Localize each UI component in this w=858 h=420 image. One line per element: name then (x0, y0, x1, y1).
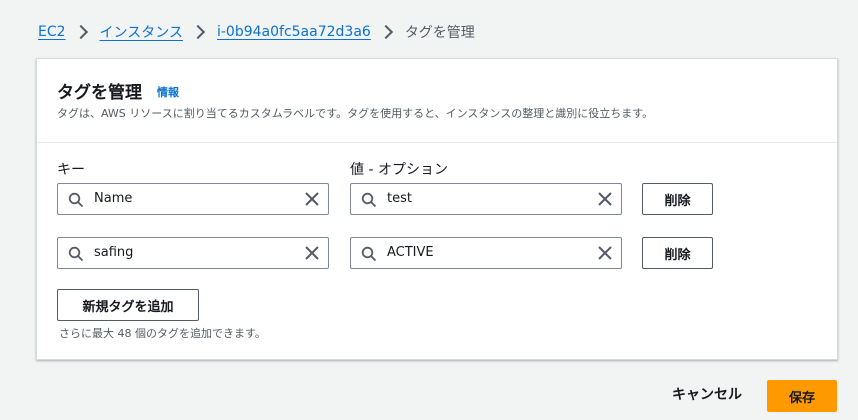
tag-key-value: Name (94, 191, 133, 206)
key-column-label: キー (57, 162, 85, 178)
panel-header: タグを管理 情報 タグは、AWS リソースに割り当てるカスタムラベルです。タグを… (37, 59, 837, 143)
search-icon (361, 246, 377, 262)
breadcrumb-current: タグを管理 (404, 25, 475, 41)
panel-description: タグは、AWS リソースに割り当てるカスタムラベルです。タグを使用すると、インス… (57, 107, 654, 120)
save-button[interactable]: 保存 (767, 380, 837, 412)
tag-key-input-1[interactable]: Name (57, 183, 329, 215)
close-icon[interactable] (304, 245, 320, 261)
close-icon[interactable] (304, 191, 320, 207)
info-link[interactable]: 情報 (157, 84, 179, 100)
value-column-label: 値 - オプション (350, 162, 448, 178)
breadcrumb-instance-id[interactable]: i-0b94a0fc5aa72d3a6 (217, 24, 371, 40)
remove-tag-button-1[interactable]: 削除 (642, 183, 713, 215)
search-icon (68, 246, 84, 262)
manage-tags-panel: タグを管理 情報 タグは、AWS リソースに割り当てるカスタムラベルです。タグを… (36, 58, 838, 360)
chevron-right-icon (73, 24, 88, 40)
search-icon (68, 192, 84, 208)
tag-limit-hint: さらに最大 48 個のタグを追加できます。 (59, 327, 266, 340)
add-tag-button[interactable]: 新規タグを追加 (57, 289, 199, 321)
breadcrumb: EC2 インスタンス i-0b94a0fc5aa72d3a6 タグを管理 (38, 20, 475, 44)
breadcrumb-ec2[interactable]: EC2 (38, 24, 66, 40)
chevron-right-icon (190, 24, 206, 40)
tag-value-value: ACTIVE (387, 245, 434, 260)
tag-key-input-2[interactable]: safing (57, 237, 329, 269)
panel-title: タグを管理 (57, 83, 142, 103)
cancel-button[interactable]: キャンセル (672, 384, 742, 404)
breadcrumb-instances[interactable]: インスタンス (100, 22, 183, 42)
search-icon (361, 192, 377, 208)
tag-key-value: safing (94, 245, 134, 260)
chevron-right-icon (378, 24, 393, 40)
tag-value-input-2[interactable]: ACTIVE (350, 237, 622, 269)
tag-value-input-1[interactable]: test (350, 183, 622, 215)
close-icon[interactable] (597, 191, 613, 207)
tag-value-value: test (387, 191, 412, 206)
remove-tag-button-2[interactable]: 削除 (642, 237, 713, 269)
close-icon[interactable] (597, 245, 613, 261)
